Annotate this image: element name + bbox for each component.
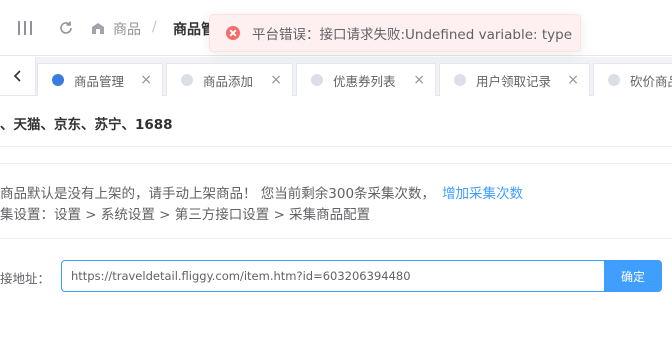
increase-collect-count-link[interactable]: 增加采集次数 <box>442 186 523 202</box>
close-icon[interactable]: × <box>140 72 152 88</box>
supported-platforms-title: 、天猫、京东、苏宁、1688 <box>0 117 173 133</box>
breadcrumb-item[interactable]: 商品 <box>113 19 141 39</box>
product-url-input[interactable] <box>61 260 605 292</box>
close-icon[interactable]: × <box>567 72 579 88</box>
chevron-left-icon <box>13 70 21 82</box>
tabs-bar: 商品管理 × 商品添加 × 优惠券列表 × 用户领取记录 × 砍价商品 <box>0 57 672 96</box>
tab-status-dot <box>608 74 620 86</box>
divider <box>0 163 672 164</box>
tab-label: 商品添加 <box>203 73 254 89</box>
tab-label: 用户领取记录 <box>476 73 552 89</box>
confirm-button[interactable]: 确定 <box>604 260 662 292</box>
tab-bargain-products[interactable]: 砍价商品 <box>593 63 672 96</box>
tab-status-dot <box>52 74 64 86</box>
tab-status-dot <box>454 74 466 86</box>
tab-label: 优惠券列表 <box>333 73 396 89</box>
url-field-label: 接地址： <box>0 271 51 286</box>
collect-notice: 商品默认是没有上架的，请手动上架商品！ 您当前剩余300条采集次数， 增加采集次数 <box>0 182 523 202</box>
tab-user-claim-records[interactable]: 用户领取记录 × <box>439 63 590 96</box>
tabs-scroll-left-button[interactable] <box>0 57 36 95</box>
close-icon[interactable]: × <box>270 72 282 88</box>
tab-coupon-list[interactable]: 优惠券列表 × <box>296 63 436 96</box>
tab-product-add[interactable]: 商品添加 × <box>166 63 293 96</box>
shop-icon <box>92 23 104 34</box>
toast-message: 平台错误：接口请求失败:Undefined variable: type <box>252 27 573 43</box>
tab-status-dot <box>311 74 323 86</box>
tab-status-dot <box>181 74 193 86</box>
tab-product-management[interactable]: 商品管理 × <box>37 63 163 96</box>
tab-label: 砍价商品 <box>630 73 672 89</box>
divider <box>0 238 672 239</box>
refresh-icon[interactable] <box>58 20 74 36</box>
breadcrumb-separator: / <box>152 19 157 35</box>
notice-text: 商品默认是没有上架的，请手动上架商品！ 您当前剩余300条采集次数， <box>0 186 436 202</box>
error-toast: 平台错误：接口请求失败:Undefined variable: type <box>209 14 581 52</box>
settings-path-text: 集设置：设置 > 系统设置 > 第三方接口设置 > 采集商品配置 <box>0 207 371 223</box>
error-circle-icon <box>226 26 240 40</box>
card-header: 、天猫、京东、苏宁、1688 <box>0 96 672 147</box>
close-icon[interactable]: × <box>413 72 425 88</box>
tab-label: 商品管理 <box>74 73 125 89</box>
menu-toggle-icon[interactable] <box>18 19 32 37</box>
